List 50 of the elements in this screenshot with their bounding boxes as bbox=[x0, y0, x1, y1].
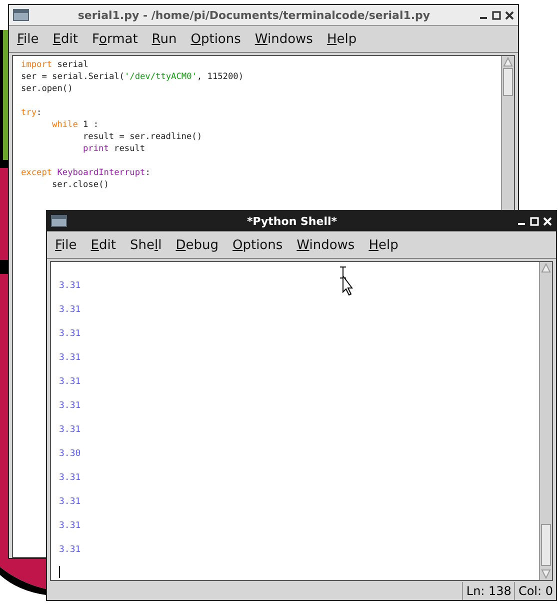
scroll-down-icon bbox=[540, 568, 552, 580]
menu-item[interactable]: Run bbox=[152, 32, 177, 46]
menu-item[interactable]: Help bbox=[326, 32, 357, 46]
output-line: 3.31 bbox=[59, 424, 81, 437]
code-line: result = ser.readline() bbox=[83, 131, 202, 143]
code-line: ser.open() bbox=[21, 83, 73, 95]
menu-item[interactable]: Shell bbox=[130, 238, 162, 252]
menu-item[interactable]: Format bbox=[92, 32, 138, 46]
text-cursor bbox=[59, 566, 60, 578]
output-line: 3.31 bbox=[59, 472, 81, 485]
code-line: print result bbox=[83, 143, 146, 155]
menu-item[interactable]: Edit bbox=[90, 238, 116, 252]
column-number: Col: 0 bbox=[514, 582, 556, 600]
menu-item[interactable]: File bbox=[55, 238, 77, 252]
window-icon bbox=[51, 215, 67, 227]
menu-item[interactable]: Debug bbox=[176, 238, 218, 252]
output-line: 3.31 bbox=[59, 280, 81, 293]
output-line: 3.31 bbox=[59, 400, 81, 413]
code-line: try: bbox=[21, 107, 42, 119]
line-number: Ln: 138 bbox=[462, 582, 514, 600]
scrollbar[interactable] bbox=[539, 262, 552, 580]
output-line: 3.31 bbox=[59, 376, 81, 389]
menu-item[interactable]: Help bbox=[368, 238, 398, 252]
code-line: except KeyboardInterrupt: bbox=[21, 167, 150, 179]
window-title: serial1.py - /home/pi/Documents/terminalcode/serial1.py bbox=[76, 8, 432, 22]
window-icon bbox=[13, 9, 29, 21]
output-line: 3.30 bbox=[59, 448, 81, 461]
window-title: *Python Shell* bbox=[246, 214, 338, 228]
code-line: ser.close() bbox=[52, 179, 109, 191]
menu-item[interactable]: Windows bbox=[296, 238, 355, 252]
menu-item[interactable]: File bbox=[17, 32, 39, 46]
output-line: 3.31 bbox=[59, 520, 81, 533]
menu-item[interactable]: Options bbox=[190, 32, 241, 46]
close-icon[interactable] bbox=[505, 10, 514, 20]
menu-item[interactable]: Edit bbox=[52, 32, 78, 46]
code-line: ser = serial.Serial('/dev/ttyACM0', 115200) bbox=[21, 71, 244, 83]
shell-output[interactable]: 3.31 3.31 3.31 3.31 3.31 3.31 3.31 3.30 3.31 3.31 3.31 3.31 bbox=[50, 261, 553, 581]
mouse-pointer-icon bbox=[338, 266, 354, 296]
code-line: import serial bbox=[21, 59, 88, 71]
code-line: while 1 : bbox=[52, 119, 99, 131]
menu-item[interactable]: Windows bbox=[254, 32, 313, 46]
scroll-thumb[interactable] bbox=[541, 524, 551, 566]
output-line: 3.31 bbox=[59, 496, 81, 509]
output-line: 3.31 bbox=[59, 328, 81, 341]
output-line: 3.31 bbox=[59, 544, 81, 557]
menu-item[interactable]: Options bbox=[232, 238, 283, 252]
output-line: 3.31 bbox=[59, 304, 81, 317]
scroll-thumb[interactable] bbox=[503, 68, 513, 96]
output-line: 3.31 bbox=[59, 352, 81, 365]
maximize-icon[interactable] bbox=[492, 10, 501, 20]
